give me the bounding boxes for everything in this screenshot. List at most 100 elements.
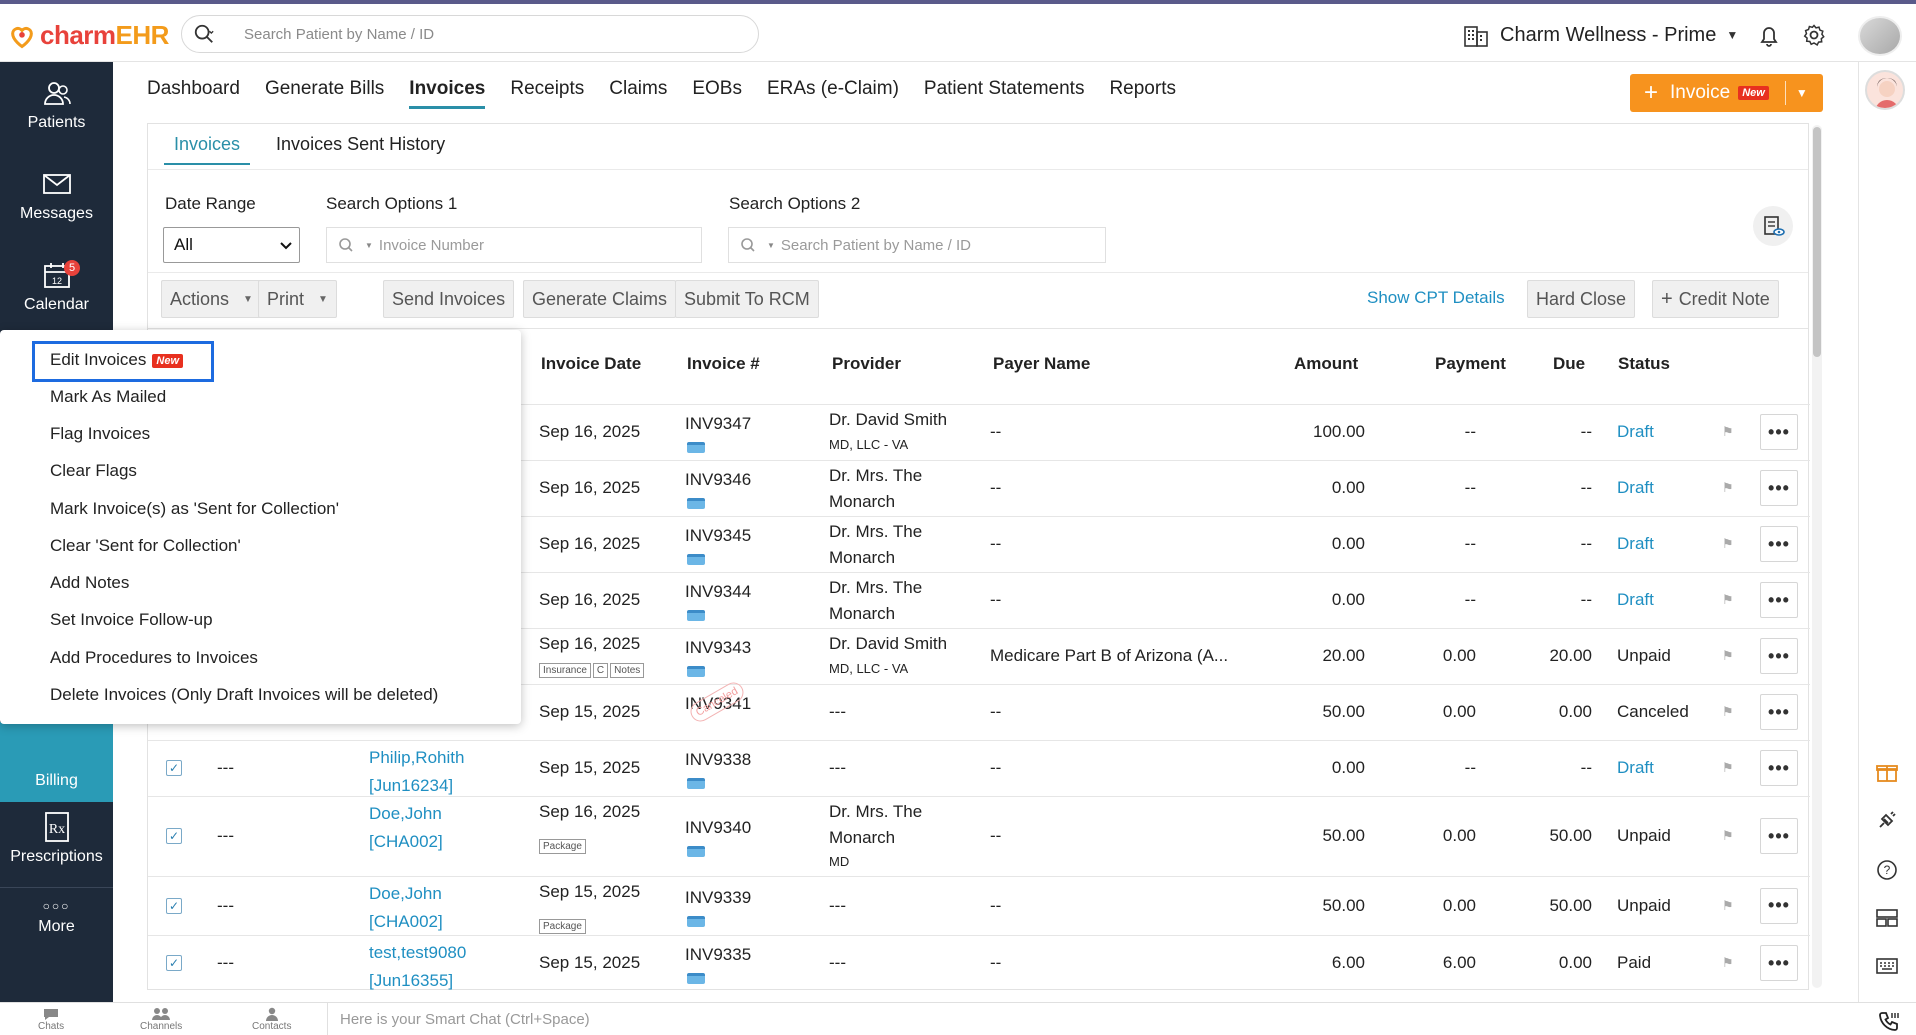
flag-icon[interactable]: ⚑ (1722, 955, 1734, 971)
status-draft[interactable]: Draft (1617, 478, 1654, 498)
generate-claims-button[interactable]: Generate Claims (523, 280, 677, 318)
print-button[interactable]: Print ▼ (258, 280, 337, 318)
invoice-number-input[interactable] (378, 236, 701, 254)
col-amount[interactable]: Amount (1294, 354, 1358, 374)
subnav-generate-bills[interactable]: Generate Bills (265, 78, 384, 109)
patient-name-link[interactable]: test,test9080 (369, 943, 466, 963)
subnav-claims[interactable]: Claims (609, 78, 667, 109)
contacts-tab[interactable]: Contacts (252, 1007, 291, 1032)
show-cpt-details-link[interactable]: Show CPT Details (1367, 288, 1505, 308)
chevron-down-icon[interactable]: ▼ (1796, 86, 1808, 100)
invoice-number[interactable]: INV9346 (685, 470, 751, 490)
nav-calendar[interactable]: 12 5 Calendar (0, 258, 113, 314)
nav-messages[interactable]: Messages (0, 167, 113, 223)
layout-icon[interactable] (1875, 906, 1899, 930)
search-icon[interactable] (182, 23, 226, 45)
practice-selector[interactable]: Charm Wellness - Prime ▼ (1462, 23, 1738, 47)
panel-scrollbar[interactable] (1812, 125, 1822, 988)
flag-icon[interactable]: ⚑ (1722, 828, 1734, 844)
phone-icon[interactable] (1878, 1010, 1900, 1035)
col-payment[interactable]: Payment (1435, 354, 1506, 374)
menu-add-procedures[interactable]: Add Procedures to Invoices (50, 648, 258, 668)
invoice-number[interactable]: INV9345 (685, 526, 751, 546)
charm-logo[interactable]: charm EHR (8, 20, 169, 51)
patient-name-link[interactable]: Doe,John (369, 884, 442, 904)
row-more-button[interactable]: ••• (1760, 582, 1798, 618)
patient-id-link[interactable]: [CHA002] (369, 912, 443, 932)
subnav-invoices[interactable]: Invoices (409, 78, 486, 109)
row-more-button[interactable]: ••• (1760, 526, 1798, 562)
flag-icon[interactable]: ⚑ (1722, 480, 1734, 496)
menu-flag-invoices[interactable]: Flag Invoices (50, 424, 150, 444)
scrollbar-thumb[interactable] (1813, 127, 1821, 357)
credit-note-button[interactable]: + Credit Note (1652, 280, 1779, 318)
invoice-number-search[interactable]: ▼ (326, 227, 702, 263)
nav-patients[interactable]: Patients (0, 76, 113, 132)
submit-to-rcm-button[interactable]: Submit To RCM (675, 280, 819, 318)
bell-icon[interactable] (1758, 24, 1780, 53)
flag-icon[interactable]: ⚑ (1722, 704, 1734, 720)
col-payer-name[interactable]: Payer Name (993, 354, 1090, 374)
patient-search-input[interactable] (780, 236, 1105, 254)
subnav-receipts[interactable]: Receipts (510, 78, 584, 109)
global-search[interactable] (181, 15, 759, 53)
col-provider[interactable]: Provider (832, 354, 901, 374)
row-checkbox[interactable]: ✓ (166, 955, 182, 971)
row-more-button[interactable]: ••• (1760, 818, 1798, 854)
invoice-number[interactable]: INV9340 (685, 818, 751, 838)
row-more-button[interactable]: ••• (1760, 945, 1798, 981)
invoice-number[interactable]: INV9335 (685, 945, 751, 965)
chevron-down-icon[interactable]: ▼ (767, 241, 775, 250)
menu-clear-flags[interactable]: Clear Flags (50, 461, 137, 481)
keyboard-icon[interactable] (1875, 954, 1899, 978)
view-columns-icon[interactable] (1753, 206, 1793, 246)
invoice-number[interactable]: INV9338 (685, 750, 751, 770)
row-checkbox[interactable]: ✓ (166, 760, 182, 776)
hard-close-button[interactable]: Hard Close (1527, 280, 1636, 318)
row-more-button[interactable]: ••• (1760, 887, 1798, 924)
subnav-patient-statements[interactable]: Patient Statements (924, 78, 1085, 109)
nav-prescriptions[interactable]: Rx Prescriptions (0, 810, 113, 866)
status-draft[interactable]: Draft (1617, 758, 1654, 778)
menu-mark-as-mailed[interactable]: Mark As Mailed (50, 387, 166, 407)
patient-id-link[interactable]: [Jun16234] (369, 776, 453, 796)
row-more-button[interactable]: ••• (1760, 694, 1798, 730)
help-icon[interactable]: ? (1875, 858, 1899, 882)
channels-tab[interactable]: Channels (140, 1007, 182, 1032)
tab-invoices[interactable]: Invoices (164, 134, 251, 165)
date-range-select[interactable]: All (163, 227, 300, 263)
patient-search[interactable]: ▼ (728, 227, 1106, 263)
invoice-number[interactable]: INV9339 (685, 888, 751, 908)
subnav-dashboard[interactable]: Dashboard (147, 78, 240, 109)
menu-mark-sent-for-collection[interactable]: Mark Invoice(s) as 'Sent for Collection' (50, 499, 339, 519)
invoice-number[interactable]: INV9344 (685, 582, 751, 602)
invoice-number[interactable]: INV9347 (685, 414, 751, 434)
status-draft[interactable]: Draft (1617, 534, 1654, 554)
patient-name-link[interactable]: Doe,John (369, 804, 442, 824)
nav-more[interactable]: ○○○ More (0, 898, 113, 936)
tab-invoices-sent-history[interactable]: Invoices Sent History (266, 134, 455, 165)
subnav-eras[interactable]: ERAs (e-Claim) (767, 78, 899, 109)
col-due[interactable]: Due (1553, 354, 1585, 374)
user-avatar[interactable] (1858, 16, 1902, 56)
gift-icon[interactable] (1875, 760, 1899, 784)
new-invoice-button[interactable]: + Invoice New ▼ (1630, 74, 1823, 112)
assistant-avatar[interactable] (1865, 70, 1905, 110)
menu-delete-invoices[interactable]: Delete Invoices (Only Draft Invoices wil… (50, 685, 438, 705)
patient-id-link[interactable]: [Jun16355] (369, 971, 453, 991)
row-more-button[interactable]: ••• (1760, 750, 1798, 786)
menu-edit-invoices[interactable]: Edit Invoices New (50, 350, 184, 370)
smart-chat-input[interactable]: Here is your Smart Chat (Ctrl+Space) (327, 1003, 1858, 1035)
flag-icon[interactable]: ⚑ (1722, 648, 1734, 664)
row-more-button[interactable]: ••• (1760, 470, 1798, 506)
patient-id-link[interactable]: [CHA002] (369, 832, 443, 852)
col-invoice-number[interactable]: Invoice # (687, 354, 760, 374)
actions-button[interactable]: Actions ▼ (161, 280, 262, 318)
flag-icon[interactable]: ⚑ (1722, 592, 1734, 608)
send-invoices-button[interactable]: Send Invoices (383, 280, 515, 318)
row-more-button[interactable]: ••• (1760, 414, 1798, 450)
status-draft[interactable]: Draft (1617, 422, 1654, 442)
row-more-button[interactable]: ••• (1760, 638, 1798, 674)
invoice-number[interactable]: INV9343 (685, 638, 751, 658)
col-status[interactable]: Status (1618, 354, 1670, 374)
